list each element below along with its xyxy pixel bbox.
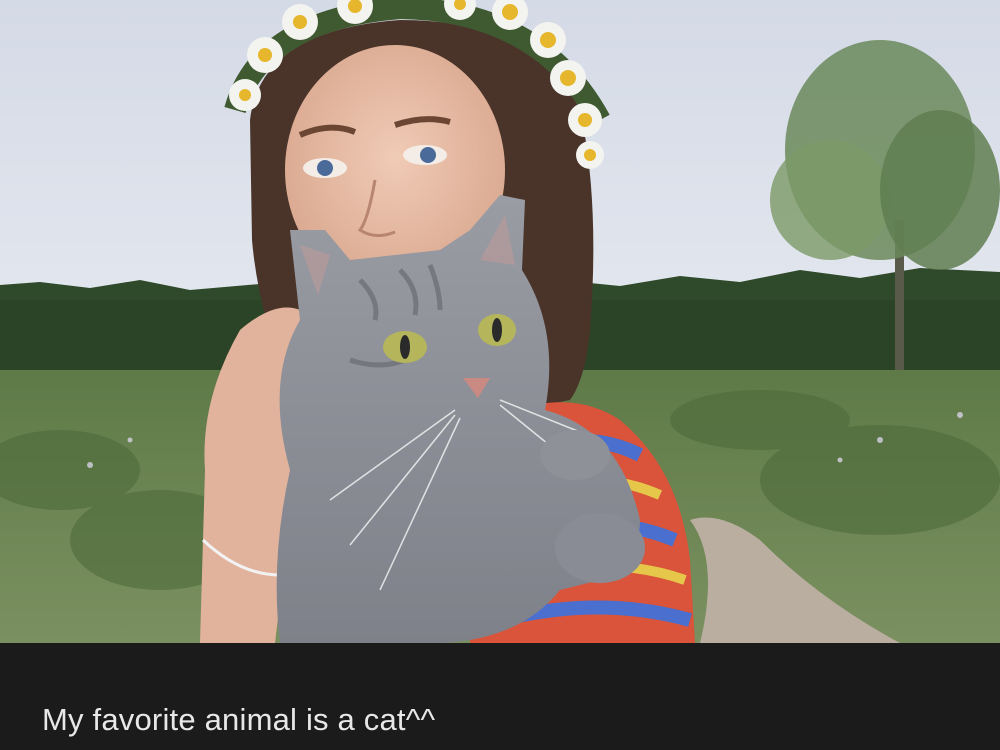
- screenshot-frame: My favorite animal is a cat^^: [0, 0, 1000, 750]
- photo: [0, 0, 1000, 643]
- caption-text: My favorite animal is a cat^^: [42, 702, 436, 737]
- photo-illustration: [0, 0, 1000, 643]
- caption-bar: My favorite animal is a cat^^: [0, 643, 1000, 750]
